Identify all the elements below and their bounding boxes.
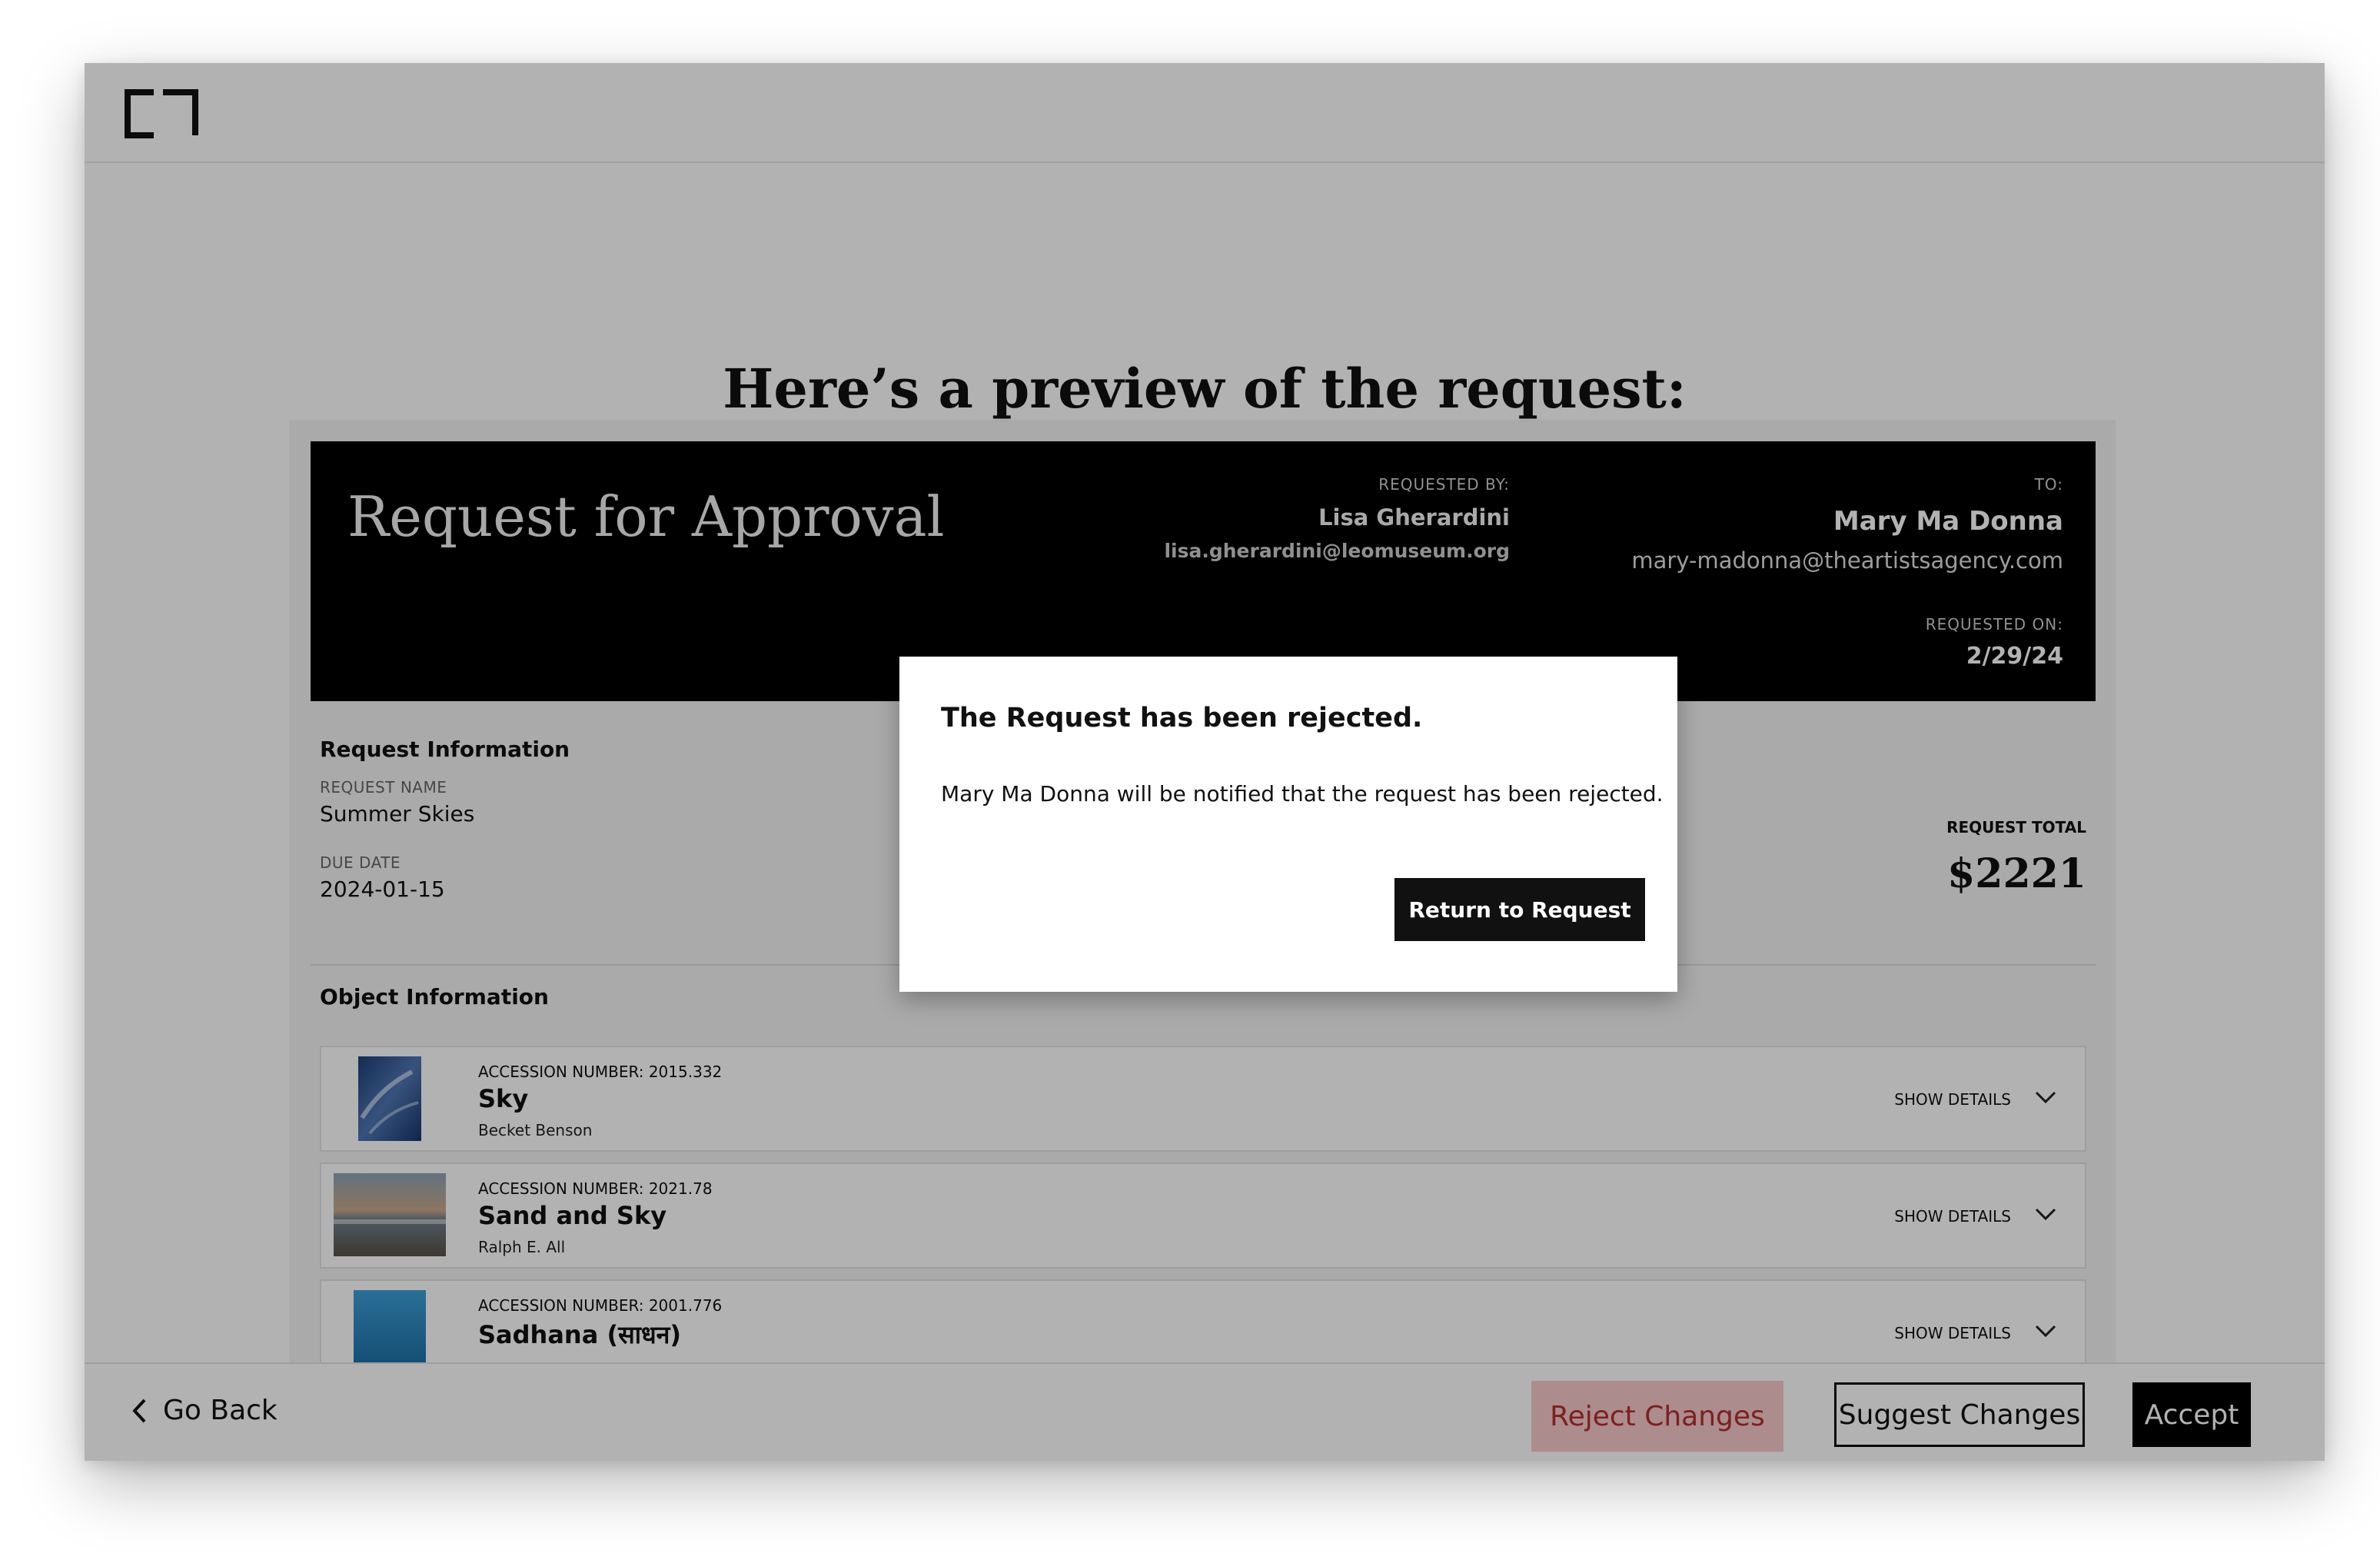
- dialog-message: Mary Ma Donna will be notified that the …: [941, 781, 1664, 807]
- dialog-title: The Request has been rejected.: [941, 703, 1423, 733]
- rejection-dialog: The Request has been rejected. Mary Ma D…: [899, 657, 1677, 992]
- return-to-request-button[interactable]: Return to Request: [1394, 878, 1645, 941]
- app-window: Here’s a preview of the request: Request…: [85, 63, 2325, 1461]
